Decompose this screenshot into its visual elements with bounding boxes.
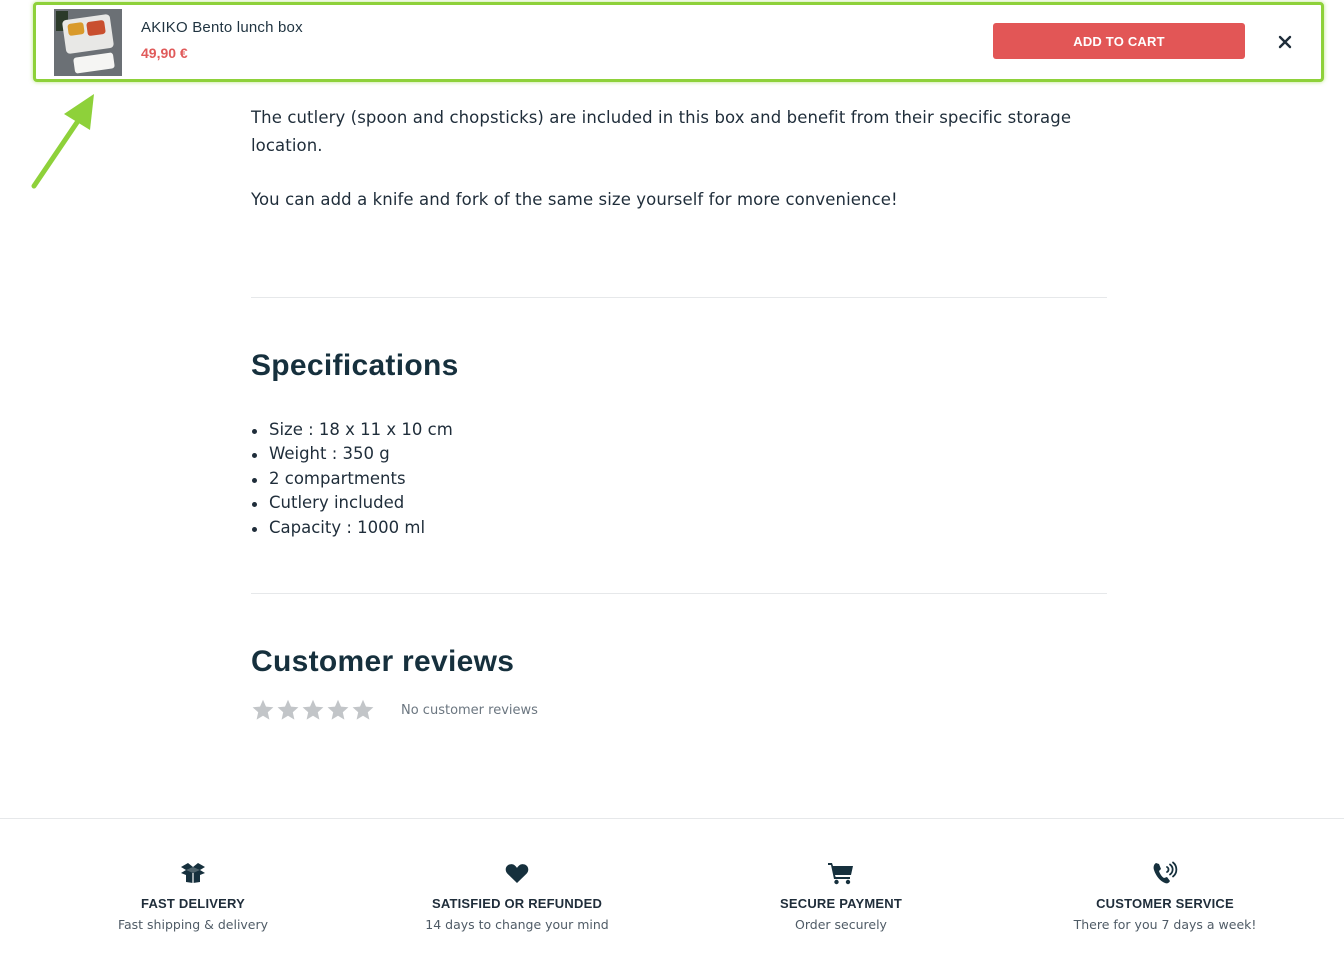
star-icon	[302, 699, 324, 720]
feature-title: SATISFIED OR REFUNDED	[431, 896, 603, 911]
star-icon	[352, 699, 374, 720]
star-icon	[277, 699, 299, 720]
heart-icon	[367, 858, 667, 888]
footer-divider	[0, 818, 1344, 819]
add-to-cart-button[interactable]: ADD TO CART	[993, 23, 1245, 59]
star-icon	[252, 699, 274, 720]
spec-item: 2 compartments	[251, 467, 453, 491]
feature-subtitle: Order securely	[795, 917, 887, 932]
feature-subtitle: There for you 7 days a week!	[1073, 917, 1257, 932]
feature-title: SECURE PAYMENT	[780, 896, 902, 911]
annotation-arrow-icon	[31, 94, 94, 189]
spec-item: Capacity : 1000 ml	[251, 516, 453, 540]
rating-stars	[251, 698, 375, 722]
feature-subtitle: Fast shipping & delivery	[117, 917, 269, 932]
feature-satisfied-or-refunded: SATISFIED OR REFUNDED 14 days to change …	[367, 858, 667, 932]
specifications-title: Specifications	[251, 349, 459, 382]
spec-item: Cutlery included	[251, 491, 453, 515]
description-paragraph: The cutlery (spoon and chopsticks) are i…	[251, 108, 1072, 155]
product-name: AKIKO Bento lunch box	[141, 19, 303, 36]
no-reviews-text: No customer reviews	[401, 703, 538, 718]
product-thumbnail[interactable]	[54, 9, 122, 76]
feature-title: FAST DELIVERY	[141, 896, 245, 911]
description-paragraph: You can add a knife and fork of the same…	[251, 190, 898, 209]
specifications-list: Size : 18 x 11 x 10 cm Weight : 350 g 2 …	[251, 418, 453, 540]
cart-icon	[691, 858, 991, 888]
feature-title: CUSTOMER SERVICE	[1096, 896, 1234, 911]
feature-fast-delivery: FAST DELIVERY Fast shipping & delivery	[43, 858, 343, 932]
box-icon	[43, 858, 343, 888]
customer-reviews-title: Customer reviews	[251, 645, 515, 678]
star-icon	[327, 699, 349, 720]
section-divider	[251, 593, 1107, 594]
phone-icon	[1015, 858, 1315, 888]
product-price: 49,90 €	[141, 45, 188, 61]
sticky-add-to-cart-bar: AKIKO Bento lunch box 49,90 € ADD TO CAR…	[33, 2, 1324, 82]
feature-subtitle: 14 days to change your mind	[425, 917, 609, 932]
spec-item: Weight : 350 g	[251, 442, 453, 466]
feature-secure-payment: SECURE PAYMENT Order securely	[691, 858, 991, 932]
spec-item: Size : 18 x 11 x 10 cm	[251, 418, 453, 442]
close-icon[interactable]	[1274, 31, 1296, 53]
feature-customer-service: CUSTOMER SERVICE There for you 7 days a …	[1015, 858, 1315, 932]
product-description: The cutlery (spoon and chopsticks) are i…	[251, 104, 1107, 214]
section-divider	[251, 297, 1107, 298]
